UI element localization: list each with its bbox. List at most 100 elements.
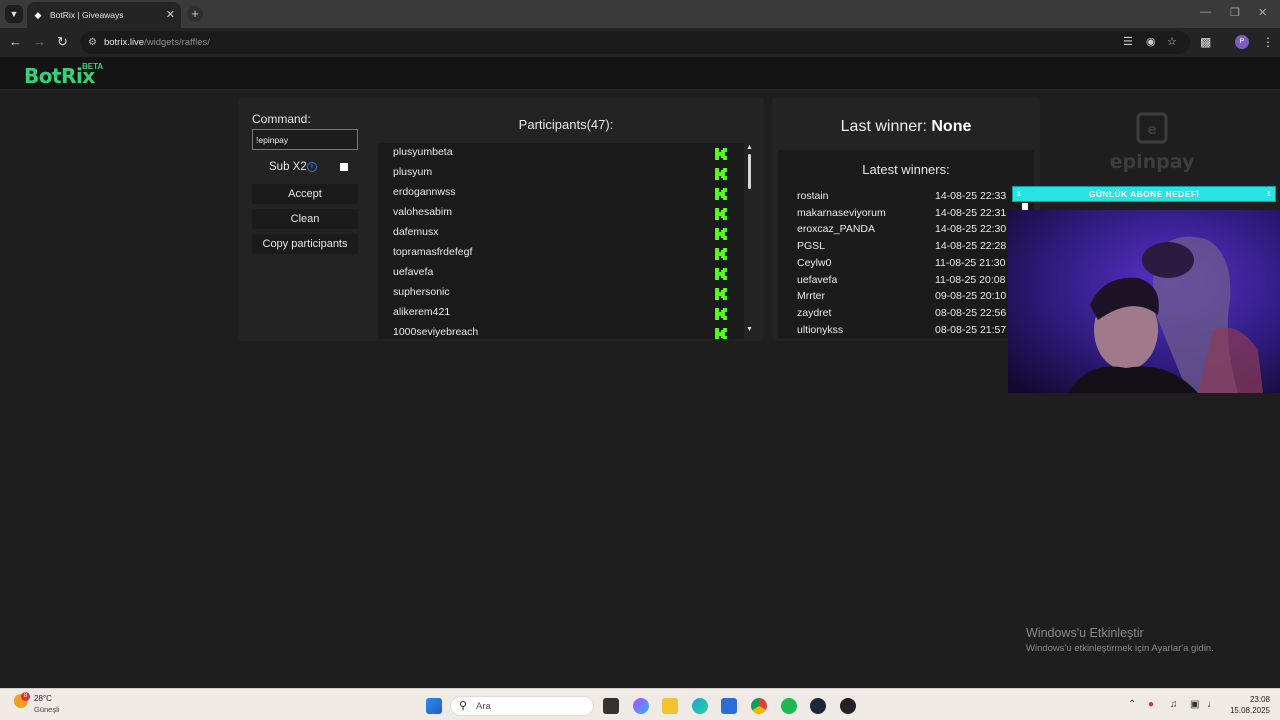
windows-activate-title: Windows'u Etkinleştir [1026, 626, 1144, 640]
profile-avatar[interactable]: P [1235, 35, 1249, 49]
search-icon: ⚲ [459, 700, 468, 712]
minimize-icon[interactable]: — [1200, 6, 1211, 18]
file-explorer-icon[interactable] [662, 698, 678, 714]
last-winner-label: Last winner: [840, 118, 927, 135]
winner-row: Ceylw0 11-08-25 21:30 [778, 257, 1034, 274]
extensions-icon[interactable]: ▩ [1200, 35, 1211, 49]
edge-icon[interactable] [692, 698, 708, 714]
raffle-panel: Command: Sub X2 i Accept Clean Copy part… [238, 97, 764, 341]
task-view-icon[interactable] [603, 698, 619, 714]
last-winner: Last winner: None [772, 118, 1040, 136]
kick-icon [714, 287, 728, 301]
spotify-icon[interactable] [781, 698, 797, 714]
back-icon[interactable]: ← [9, 34, 22, 50]
participant-name: valohesabim [393, 206, 452, 218]
winner-date: 08-08-25 22:56 [935, 306, 1007, 319]
winner-name: eroxcaz_PANDA [797, 223, 876, 236]
clean-button[interactable]: Clean [252, 209, 358, 229]
epinpay-logo: e epinpay [1110, 112, 1195, 173]
search-placeholder: Ara [476, 701, 491, 712]
botrix-favicon-icon: ◆ [34, 9, 42, 20]
scroll-down-icon[interactable]: ▼ [746, 326, 753, 333]
copilot-icon[interactable] [633, 698, 649, 714]
goal-target: 1 [1266, 191, 1271, 198]
kick-icon [714, 247, 728, 261]
winner-name: rostain [797, 190, 829, 202]
winner-name: uefavefa [797, 273, 838, 286]
sub-x2-checkbox[interactable] [340, 163, 348, 171]
obs-icon[interactable] [840, 698, 856, 714]
winner-name: zaydret [797, 306, 832, 319]
scrollbar-thumb[interactable] [748, 154, 751, 189]
scroll-up-icon[interactable]: ▲ [746, 144, 753, 151]
tray-chevron-icon[interactable]: ⌃ [1128, 699, 1136, 710]
winner-date: 11-08-25 21:30 [935, 256, 1006, 269]
microphone-icon[interactable]: ♫ [1170, 699, 1178, 710]
kick-icon [714, 327, 728, 339]
participants-list[interactable]: plusyumbeta plusyum erdogannwss valohesabim… [378, 143, 744, 339]
participant-row: alikerem421 [378, 303, 744, 323]
participant-row: uefavefa [378, 263, 744, 283]
close-tab-icon[interactable]: ✕ [166, 8, 175, 21]
translate-icon[interactable]: ☰ [1123, 35, 1133, 48]
winner-name: ultionykss [797, 323, 844, 336]
command-label: Command: [252, 112, 311, 126]
kick-icon [714, 227, 728, 241]
participant-row: suphersonic [378, 283, 744, 303]
svg-text:epinpay: epinpay [1110, 151, 1195, 173]
tray-app-icon[interactable]: ● [1148, 699, 1154, 710]
weather-temp: 28°C [34, 694, 52, 703]
participant-row: erdogannwss [378, 183, 744, 203]
kick-icon [714, 267, 728, 281]
command-input[interactable] [252, 129, 358, 150]
winners-panel: Last winner: None Latest winners: rostai… [772, 97, 1040, 341]
bookmark-star-icon[interactable]: ☆ [1167, 35, 1177, 48]
tab-title: BotRix | Giveaways [50, 10, 124, 20]
address-bar[interactable]: ⚙ botrix.live/widgets/raffles/ ☰ ◉ ☆ [80, 31, 1190, 54]
winner-date: 14-08-25 22:28 [935, 240, 1007, 253]
winner-row: uefavefa 11-08-25 20:08 [778, 274, 1034, 291]
new-tab-button[interactable]: + [187, 6, 203, 22]
taskbar-search[interactable]: ⚲ Ara [450, 696, 594, 716]
clock-date: 15.08.2025 [1229, 706, 1270, 715]
winner-row: eroxcaz_PANDA 14-08-25 22:30 [778, 223, 1034, 240]
participant-name: alikerem421 [393, 306, 451, 318]
browser-tab[interactable]: ◆ BotRix | Giveaways ✕ [27, 2, 181, 28]
accept-button[interactable]: Accept [252, 184, 358, 204]
browser-tab-bar: ▼ ◆ BotRix | Giveaways ✕ + — ❐ ✕ [0, 0, 1280, 28]
store-icon[interactable] [721, 698, 737, 714]
windows-start-icon[interactable] [426, 698, 442, 714]
winner-date: 14-08-25 22:30 [935, 223, 1007, 236]
winner-name: Mrrter [797, 290, 825, 303]
steam-icon[interactable] [810, 698, 826, 714]
taskbar-clock[interactable]: 23:08 15.08.2025 [1224, 694, 1270, 716]
volume-icon[interactable]: ♩ [1207, 699, 1217, 710]
close-window-icon[interactable]: ✕ [1258, 6, 1267, 19]
copy-participants-button[interactable]: Copy participants [252, 234, 358, 254]
network-icon[interactable]: ▣ [1190, 699, 1199, 710]
winner-row: zaydret 08-08-25 22:56 [778, 307, 1034, 324]
chrome-icon[interactable] [751, 698, 767, 714]
restore-icon[interactable]: ❐ [1230, 6, 1240, 19]
forward-icon[interactable]: → [33, 34, 46, 50]
tab-search-icon[interactable]: ▼ [5, 5, 23, 23]
eye-off-icon[interactable]: ◉ [1146, 35, 1156, 48]
winner-row: Mrrter 09-08-25 20:10 [778, 290, 1034, 307]
reload-icon[interactable]: ↻ [57, 34, 68, 50]
winner-row: ultionykss 08-08-25 21:57 [778, 324, 1034, 338]
info-icon[interactable]: i [307, 162, 317, 172]
windows-activate-desc: Windows'u etkinleştirmek için Ayarlar'a … [1026, 643, 1214, 654]
site-info-icon[interactable]: ⚙ [88, 37, 97, 48]
winner-row: rostain 14-08-25 22:33 [778, 190, 1034, 207]
menu-kebab-icon[interactable]: ⋮ [1262, 35, 1274, 49]
participant-row: plusyum [378, 163, 744, 183]
winner-date: 08-08-25 21:57 [935, 323, 1007, 336]
winner-name: Ceylw0 [797, 256, 832, 269]
winner-date: 14-08-25 22:33 [935, 190, 1007, 202]
winner-date: 09-08-25 20:10 [935, 290, 1007, 303]
participant-name: plusyum [393, 166, 433, 178]
latest-winners-list[interactable]: Latest winners: rostain 14-08-25 22:33 mak… [778, 150, 1034, 338]
winner-row: makarnaseviyorum 14-08-25 22:31 [778, 207, 1034, 224]
goal-current: 1 [1017, 191, 1022, 198]
webcam-feed [1008, 210, 1280, 393]
